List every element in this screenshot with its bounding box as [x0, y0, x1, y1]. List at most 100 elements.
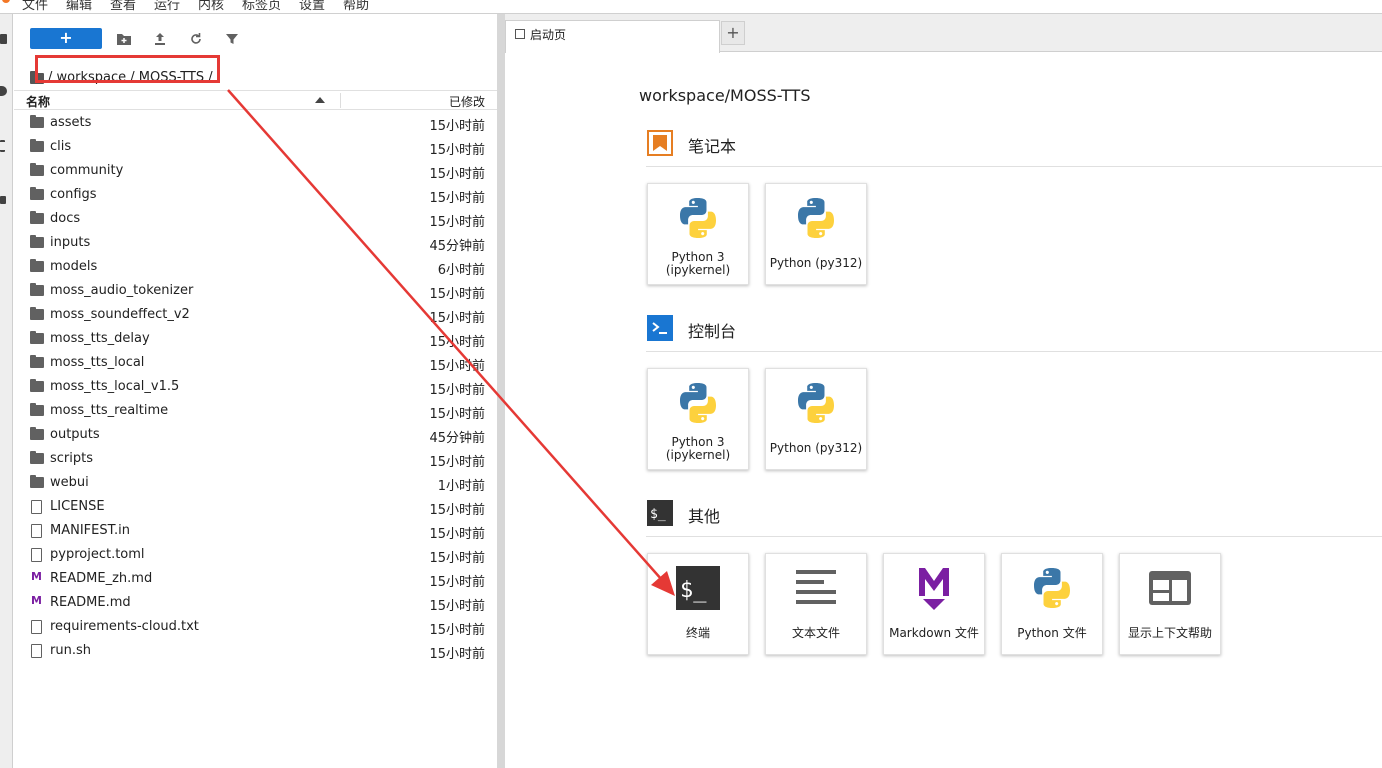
extension-icon[interactable] — [0, 196, 6, 204]
file-name: moss_soundeffect_v2 — [50, 307, 190, 322]
column-name-header[interactable]: 名称 — [26, 93, 50, 110]
new-folder-icon[interactable] — [115, 30, 133, 48]
menu-tabs[interactable]: 标签页 — [242, 0, 281, 13]
running-icon[interactable] — [0, 86, 7, 96]
file-list-item[interactable]: run.sh 15小时前 — [14, 639, 498, 663]
file-modified: 15小时前 — [429, 359, 485, 374]
file-list-item[interactable]: inputs 45分钟前 — [14, 231, 498, 255]
file-list-item[interactable]: LICENSE 15小时前 — [14, 495, 498, 519]
sort-ascending-icon[interactable] — [315, 97, 325, 103]
column-separator[interactable] — [340, 93, 341, 108]
card-label: Python (py312) — [769, 256, 863, 270]
file-modified: 15小时前 — [429, 527, 485, 542]
file-list-item[interactable]: moss_soundeffect_v2 15小时前 — [14, 303, 498, 327]
console-section-title: 控制台 — [688, 322, 737, 341]
folder-icon — [30, 115, 44, 128]
new-launcher-button[interactable]: + — [30, 28, 102, 49]
file-list-item[interactable]: clis 15小时前 — [14, 135, 498, 159]
menu-help[interactable]: 帮助 — [343, 0, 369, 13]
upload-icon[interactable] — [151, 30, 169, 48]
svg-text:$_: $_ — [650, 507, 666, 522]
file-list-item[interactable]: M README_zh.md 15小时前 — [14, 567, 498, 591]
menu-edit[interactable]: 编辑 — [66, 0, 92, 13]
column-modified-header[interactable]: 已修改 — [449, 93, 485, 110]
tab-launcher[interactable]: 启动页 — [505, 20, 720, 53]
file-icon — [31, 524, 42, 538]
file-modified: 6小时前 — [437, 263, 485, 278]
file-list-item[interactable]: models 6小时前 — [14, 255, 498, 279]
file-icon — [31, 500, 42, 514]
folder-icon — [30, 475, 44, 488]
file-name: inputs — [50, 235, 91, 250]
python-icon — [680, 383, 716, 423]
file-list-item[interactable]: community 15小时前 — [14, 159, 498, 183]
python-icon — [798, 198, 834, 238]
file-list-item[interactable]: M README.md 15小时前 — [14, 591, 498, 615]
notebook-card-py312[interactable]: Python (py312) — [765, 183, 867, 285]
folder-icon — [30, 331, 44, 344]
panel-splitter[interactable] — [497, 14, 505, 768]
file-list-item[interactable]: moss_tts_realtime 15小时前 — [14, 399, 498, 423]
python-icon — [680, 198, 716, 238]
menu-view[interactable]: 查看 — [110, 0, 136, 13]
toc-icon[interactable] — [0, 140, 5, 152]
file-list-item[interactable]: MANIFEST.in 15小时前 — [14, 519, 498, 543]
folder-icon — [30, 355, 44, 368]
file-modified: 15小时前 — [429, 119, 485, 134]
other-card-contextual-help[interactable]: 显示上下文帮助 — [1119, 553, 1221, 655]
file-modified: 45分钟前 — [429, 431, 485, 446]
filter-icon[interactable] — [223, 30, 241, 48]
file-name: moss_tts_delay — [50, 331, 150, 346]
file-modified: 15小时前 — [429, 647, 485, 662]
main-area: 启动页 + workspace/MOSS-TTS 笔记本 Python 3 (ip… — [505, 14, 1382, 768]
jupyter-logo-icon — [2, 0, 10, 3]
menu-run[interactable]: 运行 — [154, 0, 180, 13]
other-section-icon: $_ — [647, 500, 673, 526]
console-card-python3[interactable]: Python 3 (ipykernel) — [647, 368, 749, 470]
markdown-icon — [919, 568, 949, 610]
file-list-item[interactable]: moss_audio_tokenizer 15小时前 — [14, 279, 498, 303]
folder-icon — [30, 379, 44, 392]
contextual-help-icon — [1149, 571, 1191, 605]
python-icon — [798, 383, 834, 423]
file-browser-icon[interactable] — [0, 34, 7, 44]
file-list-item[interactable]: scripts 15小时前 — [14, 447, 498, 471]
file-list-header: 名称 已修改 — [14, 90, 498, 110]
menu-settings[interactable]: 设置 — [299, 0, 325, 13]
file-browser-panel: + / workspace / MOSS-TTS / 名称 已修改 assets… — [14, 14, 498, 768]
card-label: 显示上下文帮助 — [1127, 626, 1212, 640]
other-card-python-file[interactable]: Python 文件 — [1001, 553, 1103, 655]
file-list-item[interactable]: pyproject.toml 15小时前 — [14, 543, 498, 567]
file-modified: 15小时前 — [429, 167, 485, 182]
other-card-markdown-file[interactable]: Markdown 文件 — [883, 553, 985, 655]
file-list-item[interactable]: requirements-cloud.txt 15小时前 — [14, 615, 498, 639]
file-list-item[interactable]: outputs 45分钟前 — [14, 423, 498, 447]
file-icon — [31, 620, 42, 634]
file-list-item[interactable]: moss_tts_local 15小时前 — [14, 351, 498, 375]
other-card-terminal[interactable]: $_ 终端 — [647, 553, 749, 655]
menu-kernel[interactable]: 内核 — [198, 0, 224, 13]
file-name: configs — [50, 187, 97, 202]
file-list-item[interactable]: assets 15小时前 — [14, 111, 498, 135]
file-name: pyproject.toml — [50, 547, 145, 562]
folder-icon — [30, 259, 44, 272]
file-list-item[interactable]: docs 15小时前 — [14, 207, 498, 231]
file-list-item[interactable]: moss_tts_local_v1.5 15小时前 — [14, 375, 498, 399]
file-name: MANIFEST.in — [50, 523, 130, 538]
svg-text:$_: $_ — [680, 578, 707, 603]
add-tab-button[interactable]: + — [721, 21, 745, 45]
notebook-card-python3[interactable]: Python 3 (ipykernel) — [647, 183, 749, 285]
file-name: webui — [50, 475, 89, 490]
file-list-item[interactable]: webui 1小时前 — [14, 471, 498, 495]
refresh-icon[interactable] — [187, 30, 205, 48]
menubar: 文件 编辑 查看 运行 内核 标签页 设置 帮助 — [0, 0, 1382, 14]
menu-file[interactable]: 文件 — [22, 0, 48, 13]
file-list-item[interactable]: configs 15小时前 — [14, 183, 498, 207]
file-name: requirements-cloud.txt — [50, 619, 199, 634]
other-card-text-file[interactable]: 文本文件 — [765, 553, 867, 655]
file-list-item[interactable]: moss_tts_delay 15小时前 — [14, 327, 498, 351]
markdown-file-icon: M — [31, 570, 42, 583]
console-card-py312[interactable]: Python (py312) — [765, 368, 867, 470]
file-modified: 15小时前 — [429, 575, 485, 590]
file-modified: 15小时前 — [429, 143, 485, 158]
